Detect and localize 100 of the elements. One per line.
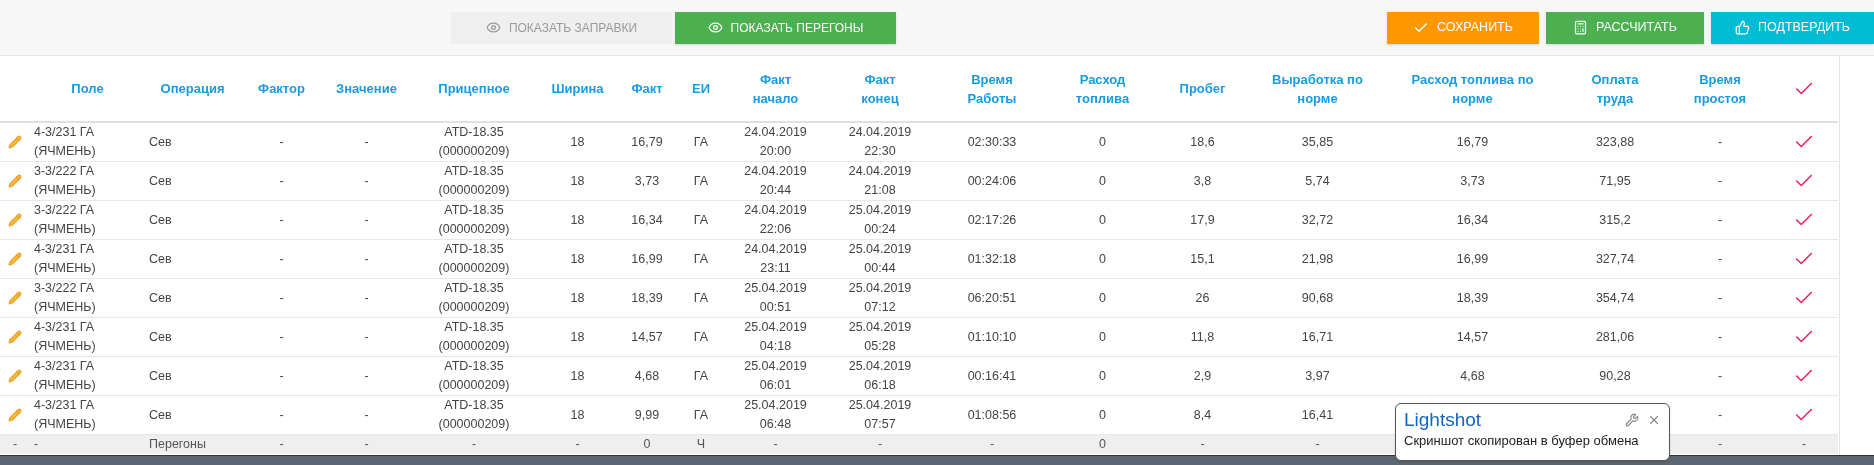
column-header: Значение (323, 56, 410, 122)
table-cell: - (240, 278, 323, 318)
table-cell: 01:10:10 (934, 317, 1050, 357)
column-header: Выработка по норме (1250, 56, 1385, 122)
table-cell: - (1670, 161, 1770, 201)
pencil-icon[interactable] (8, 369, 22, 384)
table-cell: ATD-18.35 (000000209) (410, 356, 538, 396)
pencil-icon[interactable] (8, 291, 22, 306)
table-cell: Сев (145, 122, 240, 162)
column-header: Расход топлива по норме (1385, 56, 1560, 122)
pencil-icon[interactable] (8, 213, 22, 228)
column-header: ЕИ (677, 56, 725, 122)
table-cell: 3,97 (1250, 356, 1385, 396)
table-cell: 0 (617, 434, 677, 454)
pencil-icon[interactable] (8, 408, 22, 423)
table-cell: Сев (145, 317, 240, 357)
table-cell: 0 (1050, 200, 1155, 240)
table-cell: ATD-18.35 (000000209) (410, 200, 538, 240)
table-cell: 4,68 (1385, 356, 1560, 396)
table-cell: 16,99 (617, 239, 677, 279)
pencil-icon[interactable] (8, 135, 22, 150)
table-cell: 11,8 (1155, 317, 1250, 357)
table-cell: 18 (538, 239, 617, 279)
table-cell: Ч (677, 434, 725, 454)
table-cell: ГА (677, 161, 725, 201)
table-cell: 25.04.2019 07:57 (826, 395, 934, 435)
column-header: Ширина (538, 56, 617, 122)
table-cell: 71,95 (1560, 161, 1670, 201)
table-cell: ГА (677, 278, 725, 318)
table-cell: - (323, 356, 410, 396)
table-cell: ГА (677, 122, 725, 162)
table-cell: - (826, 434, 934, 454)
table-cell: - (240, 434, 323, 454)
table-cell: 315,2 (1560, 200, 1670, 240)
table-cell: - (1670, 278, 1770, 318)
pencil-icon[interactable] (8, 330, 22, 345)
table-cell: - (323, 317, 410, 357)
table-cell: 0 (1050, 434, 1155, 454)
table-cell: - (323, 278, 410, 318)
notification-message: Скриншот скопирован в буфер обмена (1404, 432, 1640, 450)
table-cell: 2,9 (1155, 356, 1250, 396)
table-cell: - (240, 356, 323, 396)
table-cell: 24.04.2019 22:30 (826, 122, 934, 162)
eye-icon (485, 20, 501, 35)
close-icon[interactable] (1647, 413, 1661, 427)
table-cell: - (1250, 434, 1385, 454)
table-cell: 16,71 (1250, 317, 1385, 357)
table-cell: 3,8 (1155, 161, 1250, 201)
column-header: Расход топлива (1050, 56, 1155, 122)
table-cell: 90,68 (1250, 278, 1385, 318)
column-header: Прицепное (410, 56, 538, 122)
table-cell: - (1670, 356, 1770, 396)
wrench-icon[interactable] (1625, 413, 1639, 427)
table-cell: 25.04.2019 00:24 (826, 200, 934, 240)
table-cell: - (1155, 434, 1250, 454)
action-button[interactable]: ПОДТВЕРДИТЬ (1711, 11, 1874, 44)
table-cell: - (323, 434, 410, 454)
table-cell: 25.04.2019 05:28 (826, 317, 934, 357)
table-cell: 4-3/231 ГА (ЯЧМЕНЬ) (30, 356, 145, 396)
table-cell: - (1670, 122, 1770, 162)
table-cell: 02:17:26 (934, 200, 1050, 240)
notification-title: Lightshot (1404, 408, 1482, 432)
table-cell: 3-3/222 ГА (ЯЧМЕНЬ) (30, 278, 145, 318)
action-button[interactable]: РАССЧИТАТЬ (1546, 11, 1704, 44)
table-cell: 8,4 (1155, 395, 1250, 435)
table-cell: 16,34 (617, 200, 677, 240)
table-cell: - (30, 434, 145, 454)
table-cell: Сев (145, 239, 240, 279)
table-cell: - (725, 434, 826, 454)
table-cell: 16,79 (617, 122, 677, 162)
table-cell: 25.04.2019 04:18 (725, 317, 826, 357)
table-cell: 17,9 (1155, 200, 1250, 240)
table-cell: - (1670, 317, 1770, 357)
table-cell: 24.04.2019 23:11 (725, 239, 826, 279)
table-cell: - (323, 122, 410, 162)
table-cell: 18 (538, 278, 617, 318)
table-cell: ГА (677, 317, 725, 357)
table-cell: 18 (538, 200, 617, 240)
table-cell: 26 (1155, 278, 1250, 318)
table-cell: Сев (145, 161, 240, 201)
table-cell: 0 (1050, 317, 1155, 357)
table-cell: 01:08:56 (934, 395, 1050, 435)
table-cell: 00:16:41 (934, 356, 1050, 396)
table-cell: 25.04.2019 06:18 (826, 356, 934, 396)
table-cell: - (240, 161, 323, 201)
table-cell: 24.04.2019 20:44 (725, 161, 826, 201)
toggle-button[interactable]: ПОКАЗАТЬ ПЕРЕГОНЫ (675, 11, 896, 44)
table-cell: 21,98 (1250, 239, 1385, 279)
table-cell: 25.04.2019 00:44 (826, 239, 934, 279)
table-cell: - (323, 200, 410, 240)
table-cell: 18 (538, 395, 617, 435)
table-cell: Перегоны (145, 434, 240, 454)
table-cell: 0 (1050, 161, 1155, 201)
table-cell: 16,79 (1385, 122, 1560, 162)
table-cell: 323,88 (1560, 122, 1670, 162)
table-cell: - (240, 200, 323, 240)
action-button[interactable]: СОХРАНИТЬ (1387, 11, 1539, 44)
pencil-icon[interactable] (8, 174, 22, 189)
pencil-icon[interactable] (8, 252, 22, 267)
table-cell: 24.04.2019 20:00 (725, 122, 826, 162)
